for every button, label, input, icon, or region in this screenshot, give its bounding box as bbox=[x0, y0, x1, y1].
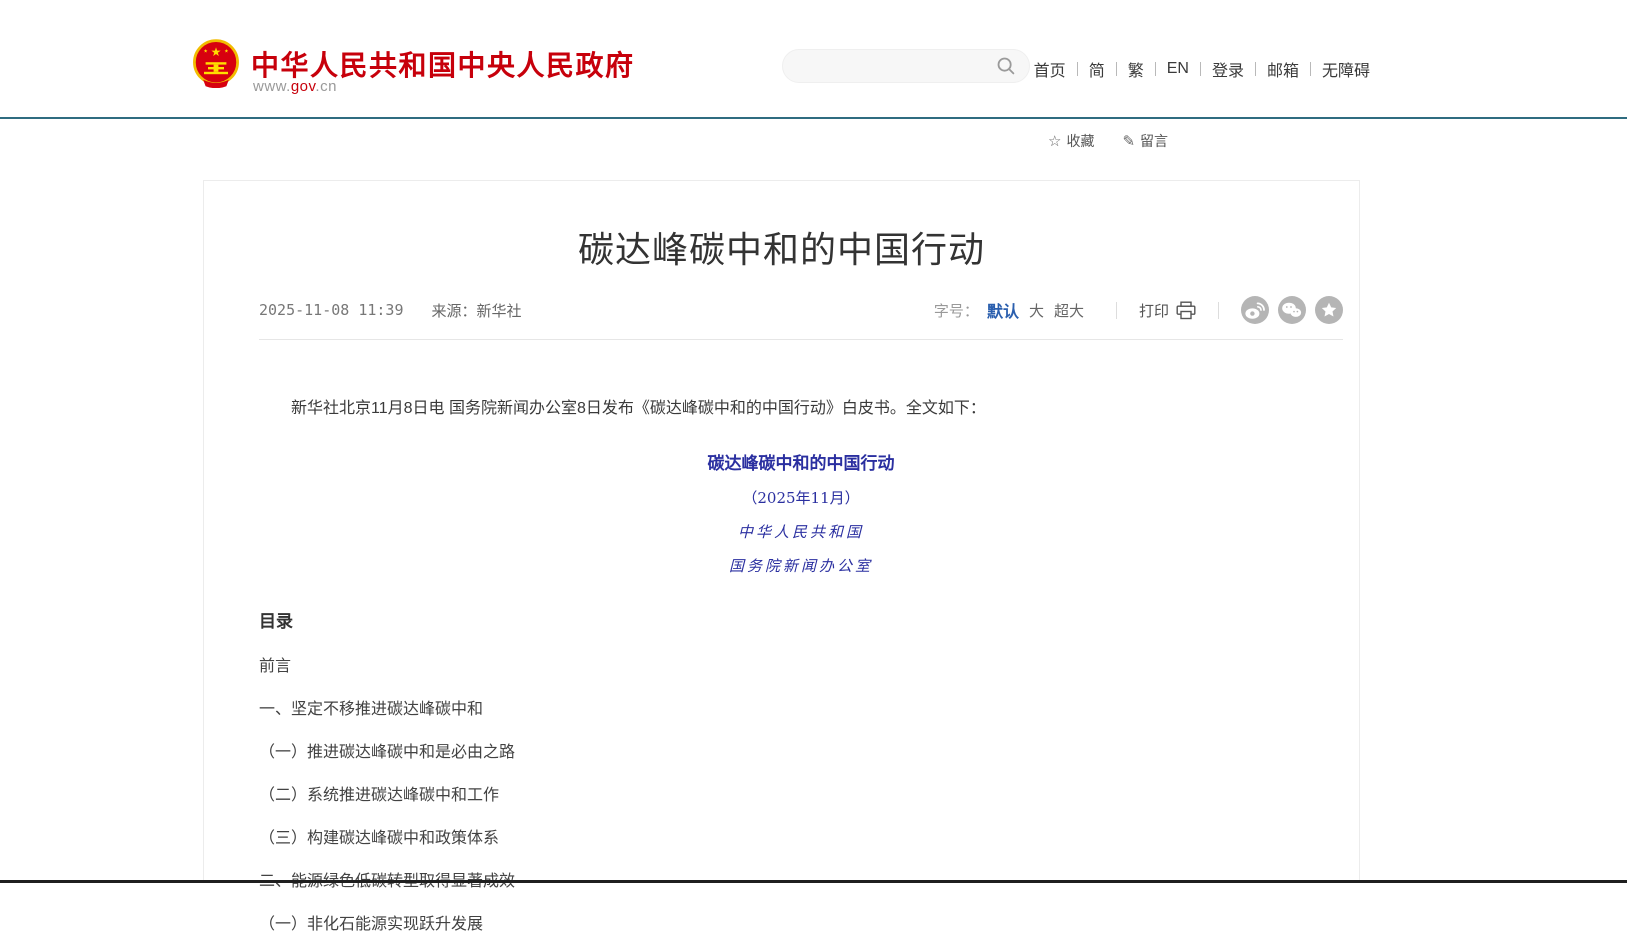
svg-text:★: ★ bbox=[203, 49, 207, 55]
svg-text:★: ★ bbox=[224, 49, 228, 55]
svg-text:★: ★ bbox=[211, 45, 222, 59]
lead-paragraph: 新华社北京11月8日电 国务院新闻办公室8日发布《碳达峰碳中和的中国行动》白皮书… bbox=[259, 396, 1343, 422]
toc-heading: 目录 bbox=[259, 607, 1343, 632]
national-emblem-logo: ★ ★ ★ bbox=[192, 38, 240, 88]
article-source: 来源：新华社 bbox=[432, 300, 522, 321]
share-weibo-icon[interactable] bbox=[1241, 296, 1269, 324]
article-date: 2025-11-08 11:39 bbox=[259, 301, 404, 319]
doc-date: （2025年11月） bbox=[259, 487, 1343, 508]
toc-item-preface: 前言 bbox=[259, 659, 1343, 675]
share-wechat-icon[interactable] bbox=[1278, 296, 1306, 324]
article-meta-left: 2025-11-08 11:39 来源：新华社 bbox=[259, 300, 522, 321]
doc-org-country: 中华人民共和国 bbox=[259, 521, 1343, 542]
top-nav: 首页 简 繁 EN 登录 邮箱 无障碍 bbox=[1034, 57, 1370, 81]
nav-item-home[interactable]: 首页 bbox=[1034, 57, 1066, 81]
meta-separator bbox=[1116, 302, 1117, 319]
article-title: 碳达峰碳中和的中国行动 bbox=[204, 221, 1359, 273]
article-body: 新华社北京11月8日电 国务院新闻办公室8日发布《碳达峰碳中和的中国行动》白皮书… bbox=[259, 356, 1343, 933]
favorite-label: 收藏 bbox=[1066, 131, 1094, 151]
print-button[interactable]: 打印 bbox=[1139, 300, 1196, 321]
comment-button[interactable]: ✎ 留言 bbox=[1122, 131, 1168, 151]
nav-item-simplified[interactable]: 简 bbox=[1089, 57, 1105, 81]
toc-item-2-1: （一）非化石能源实现跃升发展 bbox=[259, 917, 1343, 933]
search-icon[interactable] bbox=[995, 55, 1017, 77]
favorite-button[interactable]: ☆ 收藏 bbox=[1048, 131, 1094, 151]
toc-item-1-2: （二）系统推进碳达峰碳中和工作 bbox=[259, 788, 1343, 804]
share-icons bbox=[1241, 296, 1343, 324]
fontsize-option-large[interactable]: 大 bbox=[1029, 300, 1044, 321]
toc-item-1: 一、坚定不移推进碳达峰碳中和 bbox=[259, 702, 1343, 718]
bottom-bar bbox=[0, 880, 1627, 883]
comment-label: 留言 bbox=[1140, 131, 1168, 151]
toc-item-1-3: （三）构建碳达峰碳中和政策体系 bbox=[259, 831, 1343, 847]
nav-separator bbox=[1155, 62, 1156, 76]
nav-item-login[interactable]: 登录 bbox=[1212, 57, 1244, 81]
fontsize-option-default[interactable]: 默认 bbox=[987, 298, 1019, 322]
article-actions: ☆ 收藏 ✎ 留言 bbox=[1048, 131, 1168, 151]
source-label: 来源： bbox=[432, 303, 477, 320]
site-header: ★ ★ ★ 中华人民共和国中央人民政府 www.gov.cn 首页 简 繁 EN… bbox=[0, 0, 1627, 119]
printer-icon bbox=[1176, 301, 1196, 320]
star-icon: ☆ bbox=[1048, 132, 1061, 150]
search-input[interactable] bbox=[799, 58, 995, 74]
doc-title: 碳达峰碳中和的中国行动 bbox=[259, 449, 1343, 474]
nav-separator bbox=[1310, 62, 1311, 76]
nav-item-traditional[interactable]: 繁 bbox=[1128, 57, 1144, 81]
fontsize-option-xlarge[interactable]: 超大 bbox=[1054, 300, 1084, 321]
site-url-gov: gov bbox=[291, 78, 316, 95]
article-meta-right: 字号： 默认 大 超大 打印 bbox=[934, 296, 1343, 324]
nav-item-english[interactable]: EN bbox=[1167, 60, 1189, 78]
source-name[interactable]: 新华社 bbox=[477, 303, 522, 320]
meta-separator bbox=[1218, 302, 1219, 319]
nav-separator bbox=[1077, 62, 1078, 76]
pencil-icon: ✎ bbox=[1122, 132, 1135, 150]
share-star-icon[interactable] bbox=[1315, 296, 1343, 324]
nav-separator bbox=[1116, 62, 1117, 76]
site-url-suffix: .cn bbox=[315, 78, 337, 95]
nav-item-mail[interactable]: 邮箱 bbox=[1267, 57, 1299, 81]
site-url-prefix: www. bbox=[253, 78, 291, 95]
site-url[interactable]: www.gov.cn bbox=[253, 78, 337, 95]
nav-item-accessibility[interactable]: 无障碍 bbox=[1322, 57, 1370, 81]
nav-separator bbox=[1255, 62, 1256, 76]
toc-item-1-1: （一）推进碳达峰碳中和是必由之路 bbox=[259, 745, 1343, 761]
meta-divider bbox=[259, 339, 1343, 340]
nav-separator bbox=[1200, 62, 1201, 76]
article-meta-row: 2025-11-08 11:39 来源：新华社 字号： 默认 大 超大 打印 bbox=[259, 291, 1343, 329]
doc-org-office: 国务院新闻办公室 bbox=[259, 555, 1343, 576]
search-bar bbox=[782, 49, 1030, 83]
article-card: 碳达峰碳中和的中国行动 2025-11-08 11:39 来源：新华社 字号： … bbox=[203, 180, 1360, 882]
fontsize-label: 字号： bbox=[934, 300, 979, 321]
print-label: 打印 bbox=[1139, 300, 1169, 321]
